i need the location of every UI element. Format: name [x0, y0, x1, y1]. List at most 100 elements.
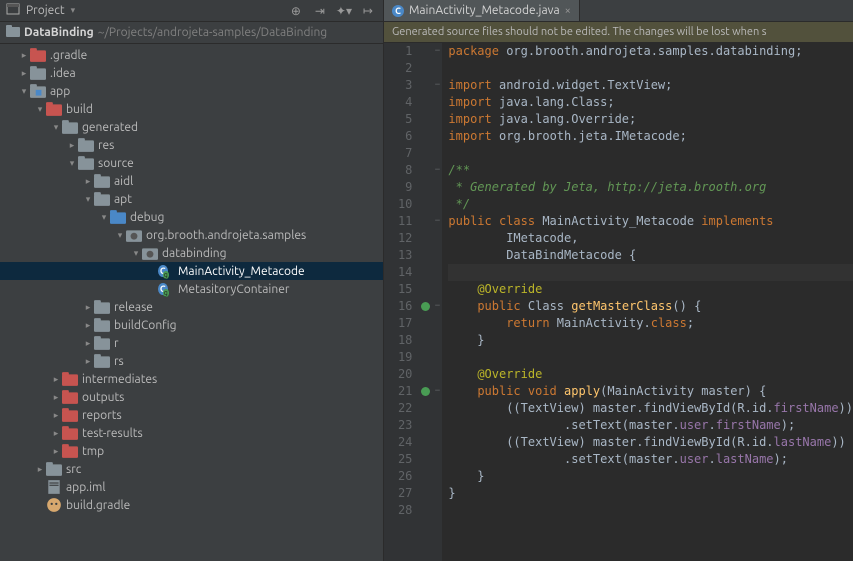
tree-arrow-icon[interactable]: ▸	[82, 302, 94, 313]
tree-arrow-icon[interactable]: ▸	[50, 374, 62, 385]
code-line[interactable]: import java.lang.Class;	[448, 94, 853, 111]
tree-arrow-icon[interactable]: ▸	[50, 410, 62, 421]
collapse-icon[interactable]: ⇥	[311, 2, 329, 20]
fold-toggle[interactable]: −	[432, 77, 442, 94]
tree-item-release[interactable]: ▸release	[0, 298, 383, 316]
tree-arrow-icon[interactable]: ▸	[50, 446, 62, 457]
code-line[interactable]: }	[448, 332, 853, 349]
tree-item-outputs[interactable]: ▸outputs	[0, 388, 383, 406]
tree-item-reports[interactable]: ▸reports	[0, 406, 383, 424]
project-name[interactable]: DataBinding	[24, 26, 94, 39]
tree-arrow-icon[interactable]: ▸	[34, 464, 46, 475]
tree-item-metasitorycontainer[interactable]: CgMetasitoryContainer	[0, 280, 383, 298]
code-line[interactable]	[448, 145, 853, 162]
code-line[interactable]: ((TextView) master.findViewById(R.id.las…	[448, 434, 853, 451]
tree-item-aidl[interactable]: ▸aidl	[0, 172, 383, 190]
code-line[interactable]: .setText(master.user.firstName);	[448, 417, 853, 434]
tree-arrow-icon[interactable]: ▸	[82, 356, 94, 367]
code-line[interactable]: public Class getMasterClass() {	[448, 298, 853, 315]
override-marker[interactable]	[421, 387, 430, 396]
tree-arrow-icon[interactable]: ▾	[82, 194, 94, 205]
fold-toggle[interactable]: −	[432, 43, 442, 60]
tree-arrow-icon[interactable]: ▾	[114, 230, 126, 241]
fold-toggle[interactable]: −	[432, 298, 442, 315]
hide-icon[interactable]: ↦	[359, 2, 377, 20]
code-line[interactable]: IMetacode,	[448, 230, 853, 247]
code-line[interactable]	[448, 60, 853, 77]
tree-item-buildconfig[interactable]: ▸buildConfig	[0, 316, 383, 334]
tree-item--gradle[interactable]: ▸.gradle	[0, 46, 383, 64]
code-line[interactable]: /**	[448, 162, 853, 179]
tree-item-rs[interactable]: ▸rs	[0, 352, 383, 370]
code-line[interactable]: public class MainActivity_Metacode imple…	[448, 213, 853, 230]
close-icon[interactable]: ×	[565, 5, 571, 17]
tree-item-app[interactable]: ▾app	[0, 82, 383, 100]
fold-toggle[interactable]: −	[432, 383, 442, 400]
code-line[interactable]: import android.widget.TextView;	[448, 77, 853, 94]
tree-arrow-icon[interactable]: ▾	[18, 86, 30, 97]
fold-toggle[interactable]: −	[432, 213, 442, 230]
tree-arrow-icon[interactable]: ▸	[50, 392, 62, 403]
code-line[interactable]: }	[448, 468, 853, 485]
tree-item-res[interactable]: ▸res	[0, 136, 383, 154]
code-line[interactable]: import org.brooth.jeta.IMetacode;	[448, 128, 853, 145]
dropdown-icon[interactable]: ▾	[71, 5, 76, 16]
override-marker[interactable]	[421, 302, 430, 311]
tree-item-debug[interactable]: ▾debug	[0, 208, 383, 226]
code-line[interactable]: import java.lang.Override;	[448, 111, 853, 128]
tree-item-src[interactable]: ▸src	[0, 460, 383, 478]
tree-arrow-icon[interactable]: ▸	[82, 176, 94, 187]
line-number: 3	[398, 77, 412, 94]
tree-arrow-icon[interactable]: ▸	[18, 50, 30, 61]
tree-item-test-results[interactable]: ▸test-results	[0, 424, 383, 442]
code-line[interactable]: @Override	[448, 366, 853, 383]
code-line[interactable]: DataBindMetacode {	[448, 247, 853, 264]
code-line[interactable]: @Override	[448, 281, 853, 298]
tree-arrow-icon[interactable]: ▾	[50, 122, 62, 133]
code-line[interactable]: }	[448, 485, 853, 502]
folder-icon	[78, 155, 94, 171]
tree-item-source[interactable]: ▾source	[0, 154, 383, 172]
tree-item-tmp[interactable]: ▸tmp	[0, 442, 383, 460]
tree-item-apt[interactable]: ▾apt	[0, 190, 383, 208]
target-icon[interactable]: ⊕	[287, 2, 305, 20]
code-editor[interactable]: 1234567891011121314151617181920212223242…	[384, 43, 853, 561]
tree-item-org-brooth-androjeta-samples[interactable]: ▾ org.brooth.androjeta.samples	[0, 226, 383, 244]
code-line[interactable]: * Generated by Jeta, http://jeta.brooth.…	[448, 179, 853, 196]
tree-item-mainactivity-metacode[interactable]: CgMainActivity_Metacode	[0, 262, 383, 280]
line-number: 19	[398, 349, 412, 366]
code-line[interactable]: package org.brooth.androjeta.samples.dat…	[448, 43, 853, 60]
project-tree[interactable]: ▸.gradle▸.idea▾app▾build▾generated▸res▾s…	[0, 44, 383, 561]
tree-arrow-icon[interactable]: ▾	[66, 158, 78, 169]
fold-toggle[interactable]: −	[432, 162, 442, 179]
tab-main-activity-metacode[interactable]: C MainActivity_Metacode.java ×	[384, 0, 580, 21]
code-line[interactable]: return MainActivity.class;	[448, 315, 853, 332]
tree-item-app-iml[interactable]: app.iml	[0, 478, 383, 496]
tree-label: org.brooth.androjeta.samples	[146, 229, 306, 242]
tree-item-build[interactable]: ▾build	[0, 100, 383, 118]
tree-arrow-icon[interactable]: ▸	[66, 140, 78, 151]
tree-arrow-icon[interactable]: ▾	[98, 212, 110, 223]
code-line[interactable]	[448, 502, 853, 519]
tree-arrow-icon[interactable]: ▾	[130, 248, 142, 259]
tree-item--idea[interactable]: ▸.idea	[0, 64, 383, 82]
tree-item-databinding[interactable]: ▾databinding	[0, 244, 383, 262]
code-line[interactable]	[448, 349, 853, 366]
tree-arrow-icon[interactable]: ▸	[18, 68, 30, 79]
tree-arrow-icon[interactable]: ▸	[50, 428, 62, 439]
code-line[interactable]: public void apply(MainActivity master) {	[448, 383, 853, 400]
gear-icon[interactable]: ✦▾	[335, 2, 353, 20]
code-line[interactable]	[448, 264, 853, 281]
sidebar-title[interactable]: Project	[26, 4, 65, 17]
code-area[interactable]: package org.brooth.androjeta.samples.dat…	[442, 43, 853, 561]
code-line[interactable]: .setText(master.user.lastName);	[448, 451, 853, 468]
tree-item-build-gradle[interactable]: build.gradle	[0, 496, 383, 514]
tree-item-intermediates[interactable]: ▸intermediates	[0, 370, 383, 388]
tree-item-r[interactable]: ▸r	[0, 334, 383, 352]
tree-arrow-icon[interactable]: ▸	[82, 338, 94, 349]
tree-arrow-icon[interactable]: ▸	[82, 320, 94, 331]
tree-item-generated[interactable]: ▾generated	[0, 118, 383, 136]
code-line[interactable]: */	[448, 196, 853, 213]
tree-arrow-icon[interactable]: ▾	[34, 104, 46, 115]
code-line[interactable]: ((TextView) master.findViewById(R.id.fir…	[448, 400, 853, 417]
